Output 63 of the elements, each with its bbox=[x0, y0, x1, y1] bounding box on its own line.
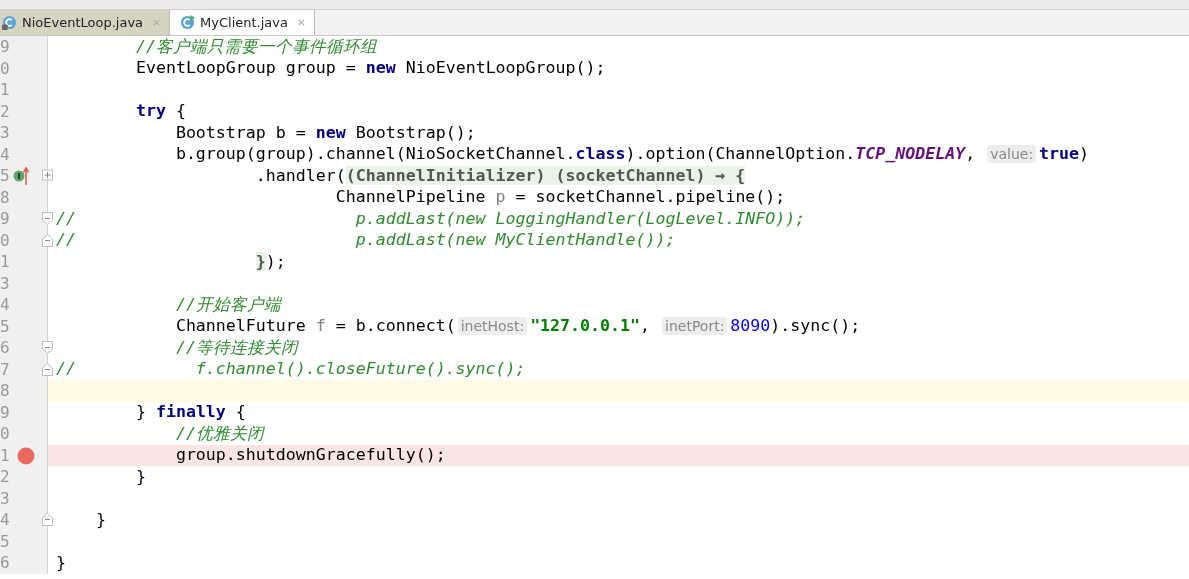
line-number: 1 bbox=[0, 80, 10, 100]
class-file-icon bbox=[2, 15, 17, 30]
line-number: 8 bbox=[0, 187, 10, 208]
line-number: 3 bbox=[0, 123, 10, 143]
code-text: } finally { bbox=[134, 402, 246, 423]
line-number: 4 bbox=[0, 295, 10, 315]
fold-marker-icon[interactable] bbox=[42, 233, 53, 247]
editor-tab[interactable]: NioEventLoop.java bbox=[0, 10, 171, 35]
code-text: 8090).sync(); bbox=[730, 316, 861, 337]
line-number: 5 bbox=[0, 166, 10, 186]
line-number: 1 bbox=[0, 252, 10, 272]
code-text: b.group(group).channel(NioSocketChannel.class).option(ChannelOption.TCP_NODELAY, bbox=[174, 144, 977, 165]
line-number: 4 bbox=[0, 144, 10, 165]
code-text: ChannelPipeline p = socketChannel.pipeline(); bbox=[334, 187, 786, 208]
code-text: ChannelFuture f = b.connect( bbox=[174, 316, 456, 337]
code-text: try { bbox=[134, 101, 186, 122]
parameter-hint: inetHost: bbox=[457, 317, 528, 336]
line-number: 9 bbox=[0, 402, 10, 423]
code-text: //开始客户端 bbox=[174, 294, 281, 315]
parameter-hint: inetPort: bbox=[662, 317, 728, 336]
code-text: "127.0.0.1", bbox=[530, 316, 652, 337]
code-text: // f.channel().closeFuture().sync(); bbox=[56, 359, 526, 380]
code-text: // p.addLast(new LoggingHandler(LogLevel.INFO)); bbox=[56, 208, 806, 229]
editor-tab[interactable]: MyClient.java bbox=[170, 10, 315, 35]
code-text: //等待连接关闭 bbox=[174, 337, 298, 358]
line-number: 5 bbox=[0, 316, 10, 337]
code-text: group.shutdownGracefully(); bbox=[174, 445, 446, 466]
implemented-icon[interactable] bbox=[13, 170, 25, 182]
line-number: 0 bbox=[0, 230, 10, 251]
line-number: 7 bbox=[0, 359, 10, 380]
code-text: //客户端只需要一个事件循环组 bbox=[134, 36, 377, 57]
code-text: //优雅关闭 bbox=[174, 423, 264, 444]
code-text: }); bbox=[254, 251, 286, 272]
line-number: 2 bbox=[0, 101, 10, 122]
line-number: 9 bbox=[0, 37, 10, 57]
line-number: 3 bbox=[0, 488, 10, 509]
class-file-icon bbox=[180, 15, 196, 30]
breakpoint-icon[interactable] bbox=[17, 446, 35, 465]
parameter-hint: value: bbox=[987, 145, 1037, 164]
fold-marker-icon[interactable] bbox=[42, 362, 53, 376]
fold-marker-icon[interactable] bbox=[42, 341, 53, 354]
line-number: 4 bbox=[0, 510, 10, 530]
line-number: 5 bbox=[0, 531, 10, 552]
line-number: 2 bbox=[0, 467, 10, 487]
close-icon[interactable] bbox=[297, 18, 306, 27]
code-text: EventLoopGroup group = new NioEventLoopGroup(); bbox=[134, 58, 606, 79]
line-number: 6 bbox=[0, 553, 10, 573]
line-number: 0 bbox=[0, 58, 10, 79]
code-text: true) bbox=[1039, 144, 1090, 165]
fold-marker-icon[interactable] bbox=[42, 212, 53, 225]
code-text: } bbox=[94, 509, 106, 530]
code-text: } bbox=[56, 552, 66, 573]
line-number: 6 bbox=[0, 338, 10, 358]
line-number: 0 bbox=[0, 424, 10, 444]
line-number: 3 bbox=[0, 273, 10, 294]
line-number: 1 bbox=[0, 445, 10, 466]
code-text: // p.addLast(new MyClientHandle()); bbox=[56, 230, 676, 251]
fold-marker-icon[interactable] bbox=[42, 513, 53, 526]
fold-marker-icon[interactable] bbox=[42, 169, 53, 182]
code-text: Bootstrap b = new Bootstrap(); bbox=[174, 122, 476, 143]
line-number: 8 bbox=[0, 381, 10, 401]
line-number: 9 bbox=[0, 209, 10, 229]
code-text: } bbox=[134, 466, 146, 487]
